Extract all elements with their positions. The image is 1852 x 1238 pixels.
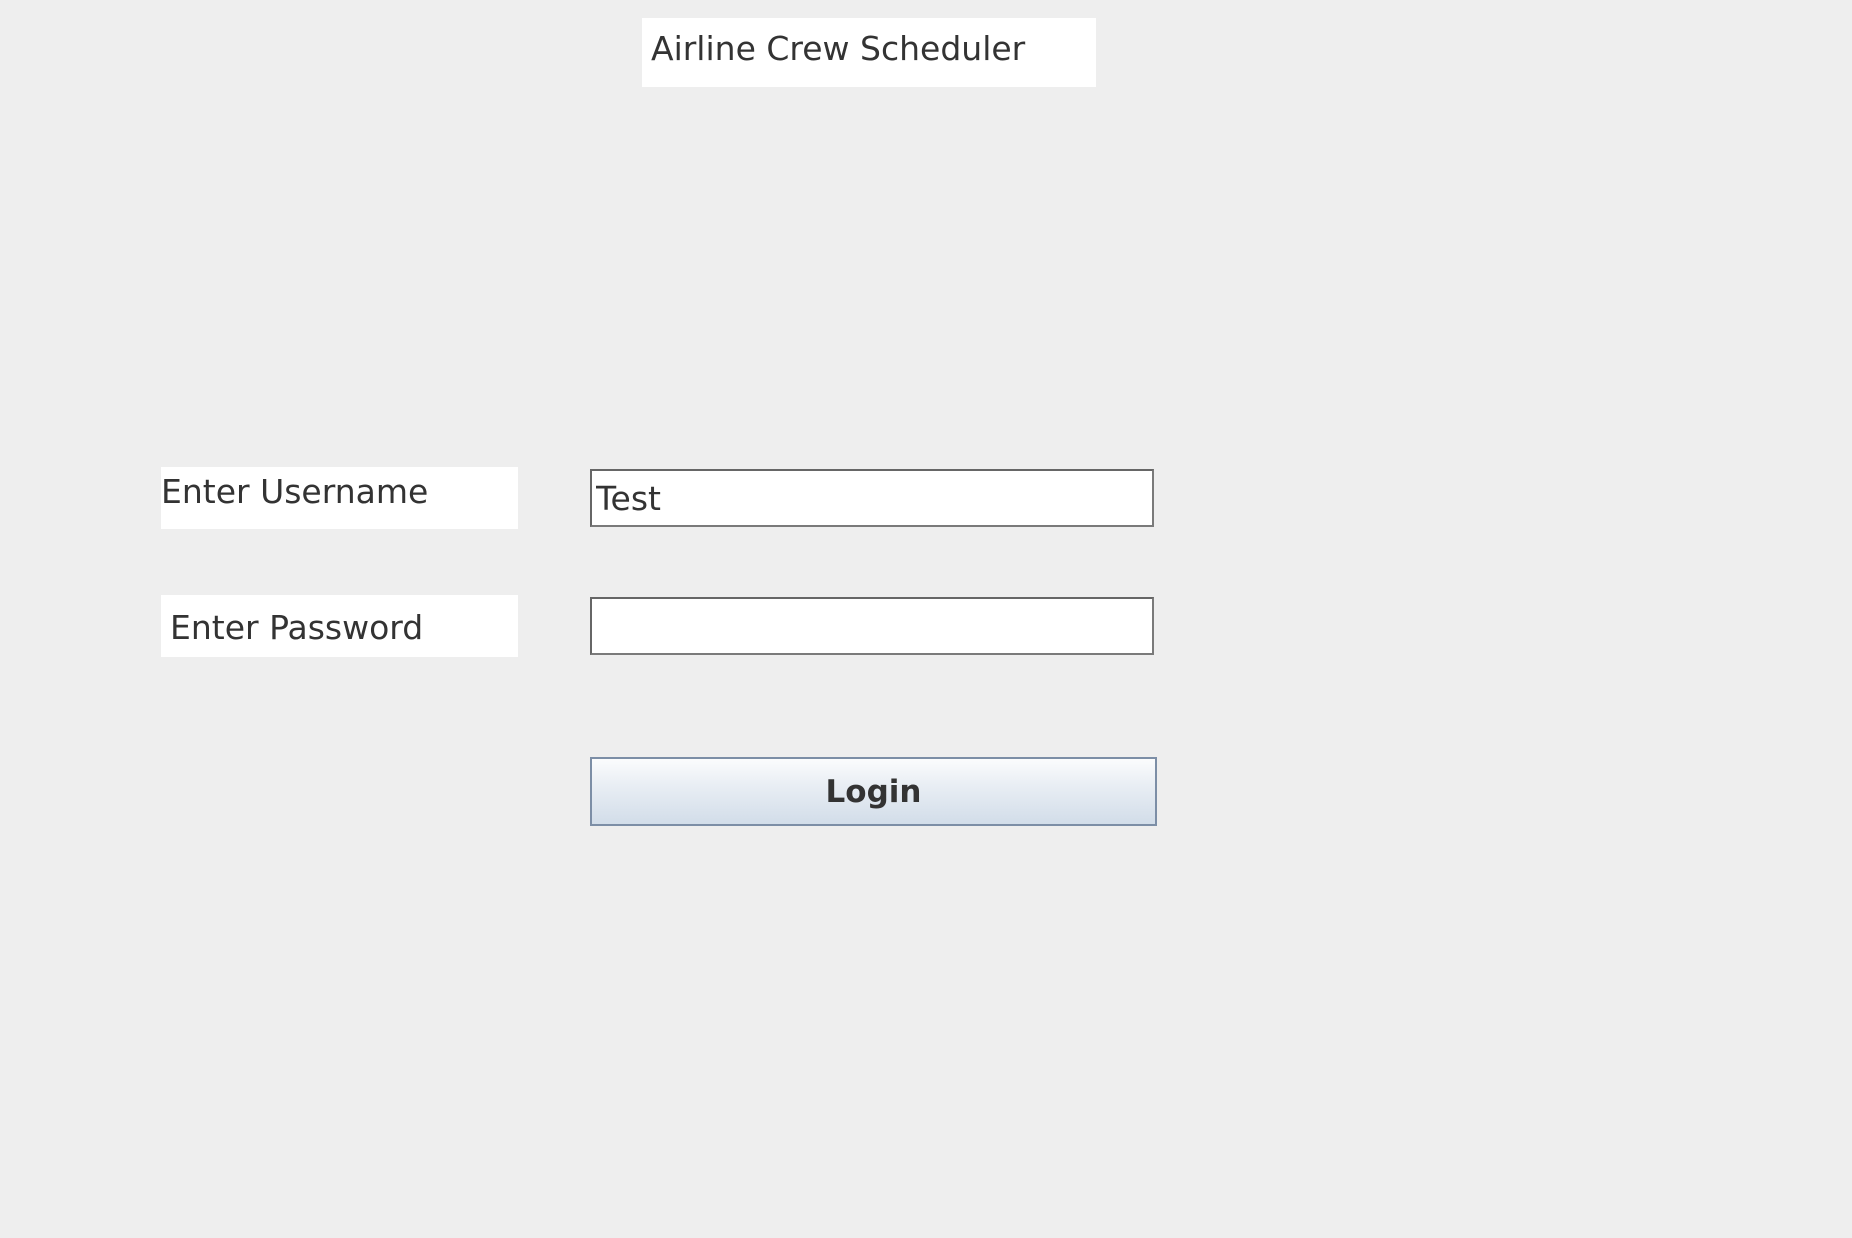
password-label-text: Enter Password [170, 608, 424, 647]
app-title-text: Airline Crew Scheduler [651, 29, 1026, 68]
password-field[interactable] [590, 597, 1154, 655]
username-field[interactable] [590, 469, 1154, 527]
username-label: Enter Username [161, 467, 518, 529]
app-title: Airline Crew Scheduler [642, 18, 1096, 87]
username-label-text: Enter Username [161, 472, 429, 511]
login-button[interactable]: Login [590, 757, 1157, 826]
password-label: Enter Password [161, 595, 518, 657]
